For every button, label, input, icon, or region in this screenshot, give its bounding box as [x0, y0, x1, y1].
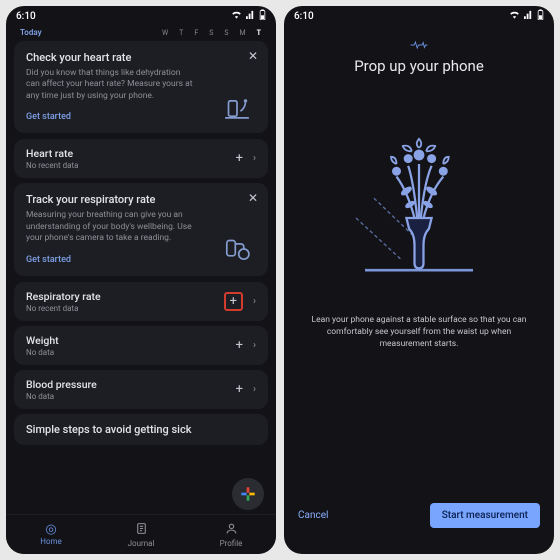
cancel-button[interactable]: Cancel [298, 510, 328, 521]
card-title: Track your respiratory rate [26, 193, 256, 206]
close-icon[interactable]: ✕ [248, 191, 258, 205]
chevron-right-icon: › [253, 153, 256, 164]
status-bar: 6:10 [6, 6, 276, 26]
card-desc: Measuring your breathing can give you an… [26, 210, 196, 244]
respiratory-promo-card: Track your respiratory rate Measuring yo… [14, 183, 268, 275]
vase-illustration-icon [344, 101, 494, 281]
wifi-icon [231, 10, 242, 22]
status-bar: 6:10 [284, 6, 554, 26]
battery-icon [259, 9, 266, 23]
respiratory-illustration-icon [220, 232, 254, 266]
fab-add-button[interactable] [232, 478, 264, 510]
signal-icon [524, 10, 533, 22]
profile-icon [225, 522, 238, 538]
add-icon: + [230, 295, 237, 308]
add-icon[interactable]: + [236, 383, 243, 396]
weekday-row: W T F S S M T [162, 29, 262, 37]
highlighted-add-button[interactable]: + [224, 292, 243, 311]
heart-rate-promo-card: Check your heart rate Did you know that … [14, 41, 268, 133]
plus-multicolor-icon [240, 486, 256, 502]
close-icon[interactable]: ✕ [248, 49, 258, 63]
add-icon[interactable]: + [236, 339, 243, 352]
card-title: Check your heart rate [26, 51, 256, 64]
status-time: 6:10 [16, 11, 36, 22]
journal-icon [135, 522, 148, 538]
phone-left: 6:10 Today W T F S S M T [6, 6, 276, 554]
add-icon[interactable]: + [236, 152, 243, 165]
battery-icon [537, 9, 544, 23]
phone-right: 6:10 Prop up your phone [284, 6, 554, 554]
get-started-link[interactable]: Get started [26, 255, 71, 265]
status-time: 6:10 [294, 11, 314, 22]
signal-icon [246, 10, 255, 22]
home-icon: ◎ [45, 523, 56, 536]
weight-row[interactable]: Weight No data + › [14, 326, 268, 365]
heart-rate-row[interactable]: Heart rate No recent data + › [14, 139, 268, 178]
nav-profile[interactable]: Profile [186, 515, 276, 554]
chevron-right-icon: › [253, 296, 256, 307]
wifi-icon [509, 10, 520, 22]
pulse-icon [410, 40, 428, 53]
bottom-nav: ◎ Home Journal Profile [6, 514, 276, 554]
page-title: Prop up your phone [354, 57, 484, 75]
date-strip: Today W T F S S M T [14, 26, 268, 41]
nav-journal[interactable]: Journal [96, 515, 186, 554]
chevron-right-icon: › [253, 384, 256, 395]
respiratory-rate-row[interactable]: Respiratory rate No recent data + › [14, 282, 268, 321]
tips-card[interactable]: Simple steps to avoid getting sick [14, 414, 268, 445]
today-label: Today [20, 28, 42, 37]
nav-home[interactable]: ◎ Home [6, 515, 96, 554]
card-title: Simple steps to avoid getting sick [26, 423, 256, 436]
get-started-link[interactable]: Get started [26, 112, 71, 122]
card-desc: Did you know that things like dehydratio… [26, 68, 196, 102]
instruction-text: Lean your phone against a stable surface… [300, 315, 538, 351]
start-measurement-button[interactable]: Start measurement [430, 503, 540, 528]
heart-rate-illustration-icon [220, 89, 254, 123]
blood-pressure-row[interactable]: Blood pressure No data + › [14, 370, 268, 409]
chevron-right-icon: › [253, 340, 256, 351]
